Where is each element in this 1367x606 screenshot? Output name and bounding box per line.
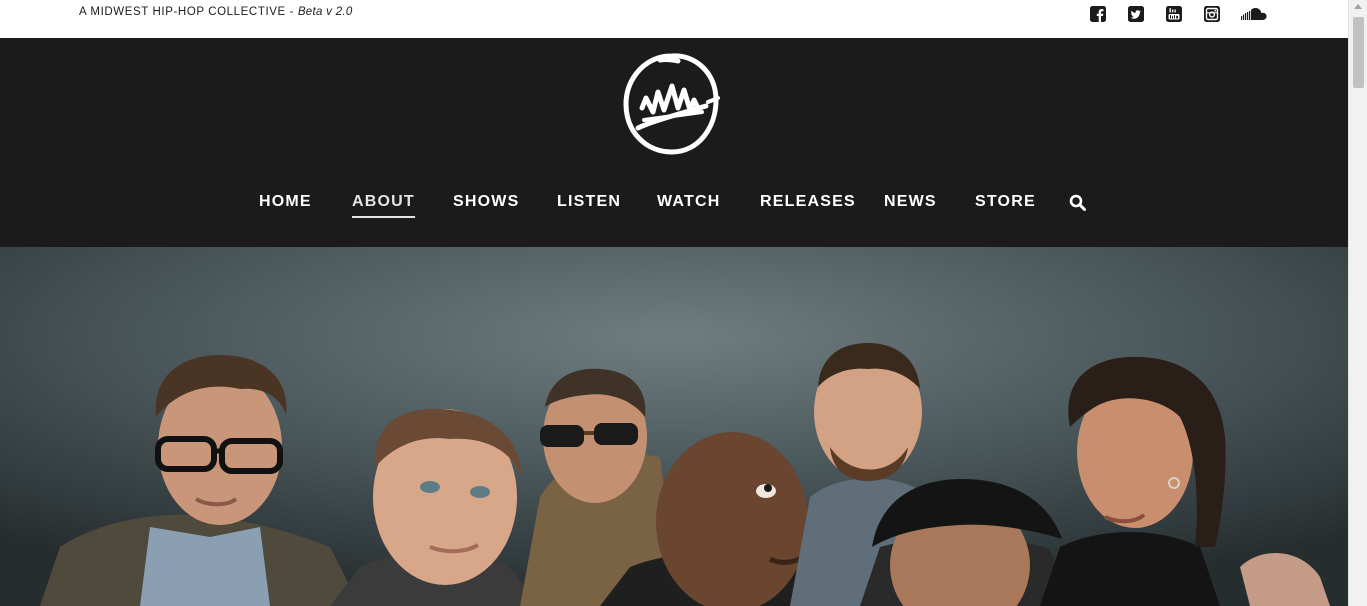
nav-item-home[interactable]: HOME — [259, 193, 312, 211]
main-nav: HOME ABOUT SHOWS LISTEN WATCH RELEASES N… — [0, 188, 1348, 218]
site-logo[interactable] — [620, 50, 724, 160]
instagram-icon[interactable] — [1202, 5, 1222, 23]
soundcloud-icon[interactable] — [1240, 5, 1268, 23]
nav-item-news[interactable]: NEWS — [884, 193, 937, 211]
nav-item-releases[interactable]: RELEASES — [760, 193, 856, 211]
page: A MIDWEST HIP-HOP COLLECTIVE - Beta v 2.… — [0, 0, 1348, 606]
search-icon[interactable] — [1069, 194, 1087, 212]
nav-item-about[interactable]: ABOUT — [352, 193, 415, 218]
nav-item-listen[interactable]: LISTEN — [557, 193, 621, 211]
site-header: HOME ABOUT SHOWS LISTEN WATCH RELEASES N… — [0, 38, 1348, 247]
youtube-icon[interactable] — [1164, 5, 1184, 23]
scroll-up-icon[interactable] — [1354, 4, 1362, 9]
beta-version: Beta v 2.0 — [297, 6, 353, 18]
scrollbar-thumb[interactable] — [1353, 17, 1364, 88]
tagline-text: A MIDWEST HIP-HOP COLLECTIVE - — [79, 6, 298, 18]
nav-item-store[interactable]: STORE — [975, 193, 1036, 211]
hero-band-photo — [0, 247, 1348, 606]
twitter-icon[interactable] — [1126, 5, 1146, 23]
nav-item-watch[interactable]: WATCH — [657, 193, 720, 211]
facebook-icon[interactable] — [1088, 5, 1108, 23]
nav-item-shows[interactable]: SHOWS — [453, 193, 519, 211]
social-links — [1088, 5, 1268, 23]
top-bar: A MIDWEST HIP-HOP COLLECTIVE - Beta v 2.… — [0, 0, 1348, 38]
site-tagline: A MIDWEST HIP-HOP COLLECTIVE - Beta v 2.… — [79, 6, 353, 18]
vertical-scrollbar[interactable] — [1348, 0, 1367, 606]
